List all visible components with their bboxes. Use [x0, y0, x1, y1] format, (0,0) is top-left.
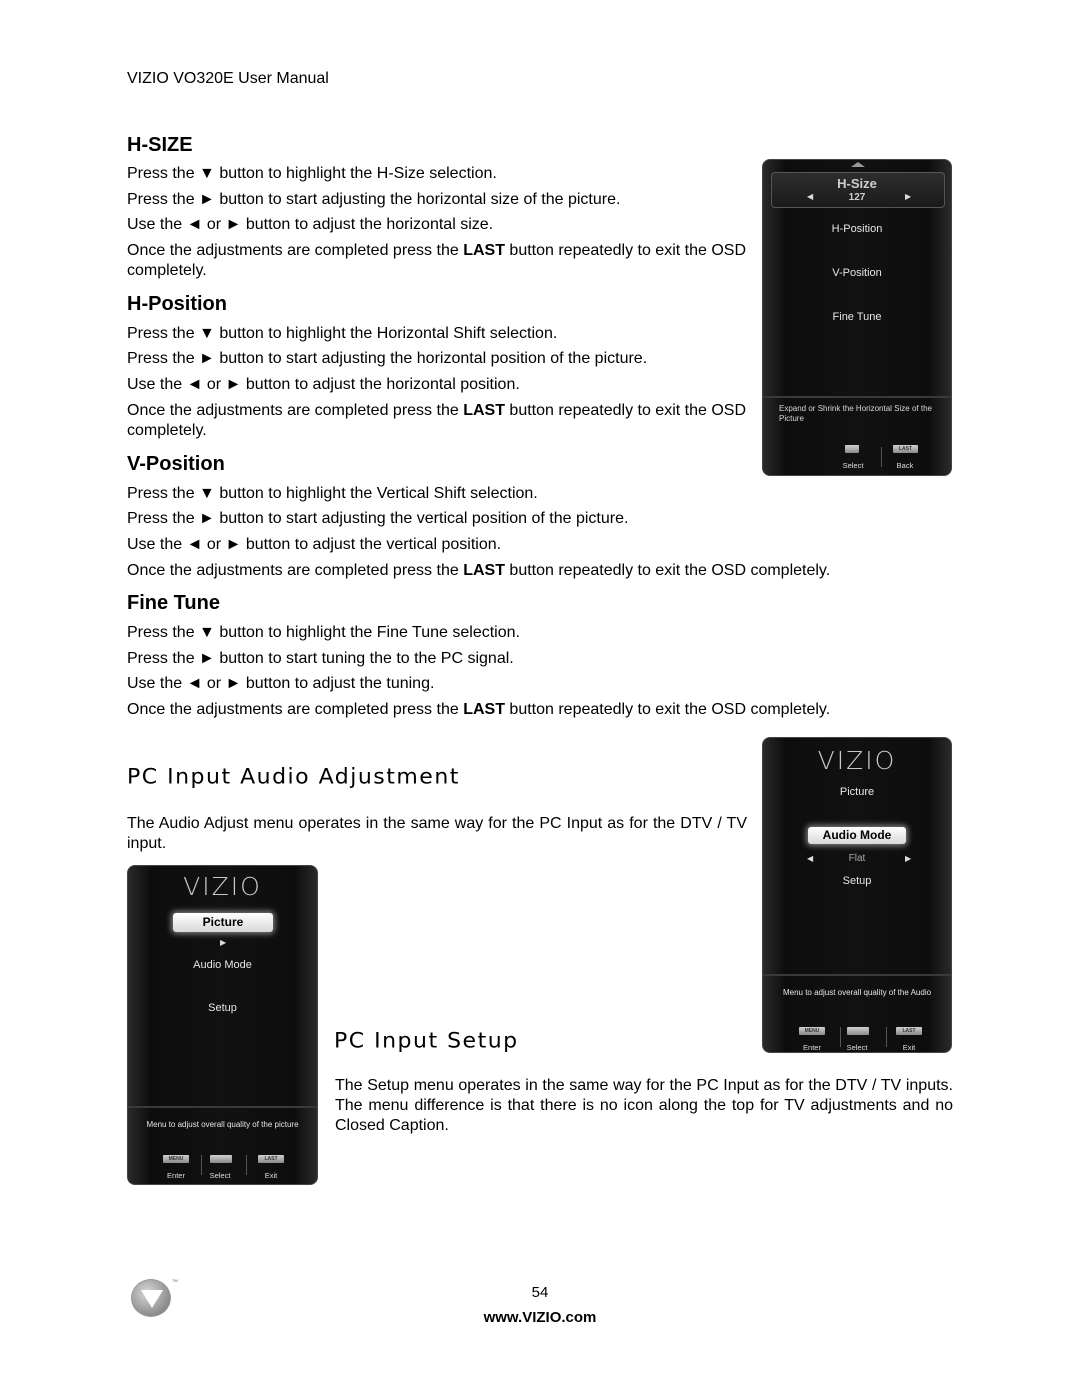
selected-item-value: 127 — [848, 192, 866, 203]
hsize-line-2: Press the ► button to start adjusting th… — [127, 191, 621, 208]
vposition-line-3: Use the ◄ or ► button to adjust the vert… — [127, 536, 502, 553]
selected-menu-item: Picture — [173, 913, 273, 932]
finetune-line-3: Use the ◄ or ► button to adjust the tuni… — [127, 675, 435, 692]
menu-item: Fine Tune — [832, 311, 882, 323]
hposition-line-1: Press the ▼ button to highlight the Hori… — [127, 325, 558, 342]
select-arrows-icon — [210, 1155, 232, 1163]
text: Once the adjustments are completed press… — [127, 402, 464, 419]
osd-hsize-screenshot: H-Size 127 ◀ ▶ H-Position V-Position Fin… — [762, 159, 952, 476]
left-arrow-icon: ◀ — [807, 192, 814, 201]
divider — [881, 447, 882, 467]
osd-description: Expand or Shrink the Horizontal Size of … — [779, 404, 932, 423]
text: button repeatedly to exit the OSD comple… — [504, 562, 831, 579]
finetune-line-1: Press the ▼ button to highlight the Fine… — [127, 624, 520, 641]
selected-item-label: H-Size — [837, 176, 877, 191]
button-label: Back — [896, 461, 914, 470]
last-key-name: LAST — [463, 402, 505, 419]
section-heading-finetune: Fine Tune — [127, 592, 220, 614]
text: Once the adjustments are completed press… — [127, 701, 464, 718]
last-key-icon: LAST — [258, 1155, 284, 1163]
right-arrow-icon: ▶ — [905, 854, 912, 863]
section-heading-vposition: V-Position — [127, 453, 225, 475]
scroll-up-icon — [851, 162, 865, 167]
button-label: Enter — [803, 1043, 821, 1052]
setup-body: The Setup menu operates in the same way … — [335, 1077, 953, 1134]
audio-body: The Audio Adjust menu operates in the sa… — [127, 815, 747, 852]
section-heading-hsize: H-SIZE — [127, 134, 193, 156]
button-label: Exit — [264, 1171, 278, 1180]
menu-key-icon: MENU — [799, 1027, 825, 1035]
hposition-line-2: Press the ► button to start adjusting th… — [127, 350, 648, 367]
divider — [763, 974, 951, 976]
vposition-line-2: Press the ► button to start adjusting th… — [127, 510, 629, 527]
divider — [128, 1106, 317, 1108]
last-key-name: LAST — [463, 701, 505, 718]
vposition-last-instruction: Once the adjustments are completed press… — [127, 561, 830, 581]
osd-picture-screenshot: VIZIO Picture ▶ Audio Mode Setup Menu to… — [127, 865, 318, 1185]
menu-item: Setup — [208, 1002, 237, 1014]
divider — [886, 1027, 887, 1047]
last-key-name: LAST — [463, 242, 505, 259]
hposition-last-instruction: Once the adjustments are completed press… — [127, 401, 749, 441]
button-label: Select — [846, 1043, 868, 1052]
menu-item: V-Position — [832, 267, 882, 279]
divider — [763, 396, 951, 398]
page-number: 54 — [531, 1284, 549, 1301]
osd-description: Menu to adjust overall quality of the pi… — [146, 1120, 299, 1129]
hsize-line-1: Press the ▼ button to highlight the H-Si… — [127, 165, 497, 182]
osd-description: Menu to adjust overall quality of the Au… — [782, 988, 932, 997]
right-arrow-icon: ▶ — [220, 938, 227, 947]
button-label: Enter — [167, 1171, 185, 1180]
menu-item: Picture — [839, 786, 875, 798]
vizio-logo: VIZIO — [183, 872, 262, 901]
select-arrows-icon — [847, 1027, 869, 1035]
selected-menu-item: Audio Mode — [808, 827, 906, 844]
menu-key-icon: MENU — [163, 1155, 189, 1163]
button-label: Select — [842, 461, 864, 470]
vposition-line-1: Press the ▼ button to highlight the Vert… — [127, 485, 538, 502]
hposition-line-3: Use the ◄ or ► button to adjust the hori… — [127, 376, 520, 393]
last-key-icon: LAST — [896, 1027, 922, 1035]
button-label: Exit — [902, 1043, 916, 1052]
section-heading-audio: PC Input Audio Adjustment — [127, 765, 460, 790]
button-label: Select — [209, 1171, 231, 1180]
text: button repeatedly to exit the OSD comple… — [504, 701, 831, 718]
text: Once the adjustments are completed press… — [127, 242, 464, 259]
select-arrows-icon — [845, 445, 859, 453]
menu-item: Audio Mode — [193, 959, 252, 971]
finetune-line-2: Press the ► button to start tuning the t… — [127, 650, 514, 667]
hsize-line-3: Use the ◄ or ► button to adjust the hori… — [127, 216, 494, 233]
section-heading-setup: PC Input Setup — [334, 1029, 519, 1054]
vizio-logo: VIZIO — [817, 746, 897, 775]
finetune-last-instruction: Once the adjustments are completed press… — [127, 700, 830, 720]
document-header: VIZIO VO320E User Manual — [127, 70, 329, 87]
osd-audio-screenshot: VIZIO Picture Audio Mode ◀ Flat ▶ Setup … — [762, 737, 952, 1053]
footer-url[interactable]: www.VIZIO.com — [0, 1309, 1080, 1326]
trademark-mark: TM — [172, 1278, 178, 1283]
right-arrow-icon: ▶ — [905, 192, 912, 201]
last-key-icon: LAST — [893, 445, 918, 453]
hsize-last-instruction: Once the adjustments are completed press… — [127, 241, 749, 281]
section-heading-hposition: H-Position — [127, 293, 227, 315]
menu-item: H-Position — [831, 223, 883, 235]
text: Once the adjustments are completed press… — [127, 562, 464, 579]
menu-item: Setup — [842, 875, 872, 887]
selected-item-value: Flat — [848, 853, 866, 864]
divider — [246, 1155, 247, 1175]
last-key-name: LAST — [463, 562, 505, 579]
